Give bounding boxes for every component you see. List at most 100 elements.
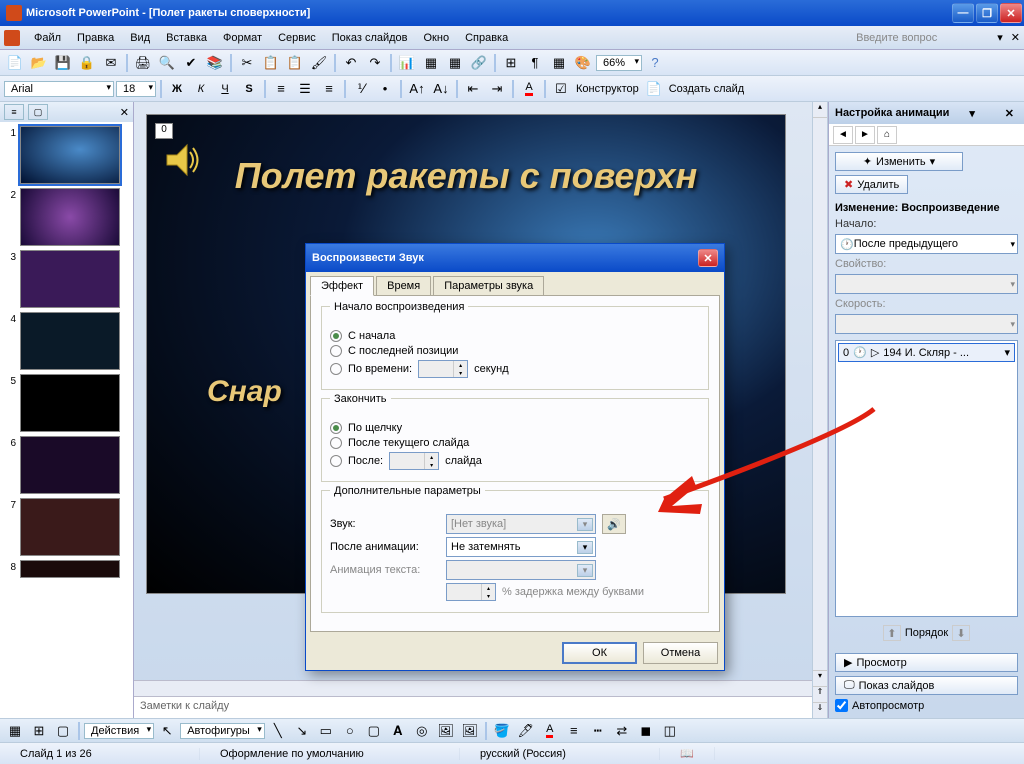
format-painter-icon[interactable]: 🖌 <box>308 52 330 74</box>
help-search[interactable]: Введите вопрос <box>848 30 997 46</box>
after-anim-combo[interactable]: Не затемнять▾ <box>446 537 596 557</box>
underline-icon[interactable]: Ч <box>214 78 236 100</box>
help-icon[interactable]: ? <box>644 52 666 74</box>
radio-after-current[interactable] <box>330 437 342 449</box>
close-button[interactable]: ✕ <box>1000 3 1022 23</box>
rectangle-icon[interactable]: ▭ <box>315 720 337 742</box>
shadow-style-icon[interactable]: ◼ <box>635 720 657 742</box>
chart-icon[interactable]: 📊 <box>396 52 418 74</box>
slideshow-button[interactable]: 🖵Показ слайдов <box>835 676 1018 695</box>
change-effect-button[interactable]: ✦Изменить ▾ <box>835 152 963 171</box>
nav-home-icon[interactable]: ⌂ <box>877 126 897 144</box>
font-size-combo[interactable]: 18 <box>116 81 156 97</box>
slides-tab[interactable]: ▢ <box>28 104 48 120</box>
slide-thumb-8[interactable] <box>20 560 120 578</box>
move-up-icon[interactable]: ⬆ <box>883 625 901 641</box>
start-combo[interactable]: 🕐 После предыдущего▾ <box>835 234 1018 254</box>
radio-after-slides[interactable] <box>330 455 342 467</box>
minimize-button[interactable]: — <box>952 3 974 23</box>
bold-icon[interactable]: Ж <box>166 78 188 100</box>
outline-tab[interactable]: ≡ <box>4 104 24 120</box>
radio-from-start[interactable] <box>330 330 342 342</box>
notes-pane[interactable]: Заметки к слайду <box>134 696 812 718</box>
item-dropdown-icon[interactable]: ▾ <box>1004 346 1010 359</box>
new-slide-icon[interactable]: 📄 <box>643 78 665 100</box>
menu-file[interactable]: Файл <box>26 30 69 46</box>
menu-window[interactable]: Окно <box>416 30 458 46</box>
animation-list-item[interactable]: 0 🕐 ▷ 194 И. Скляр - ... ▾ <box>838 343 1015 362</box>
font-color-draw-icon[interactable]: A <box>539 720 561 742</box>
tables-borders-icon[interactable]: ▦ <box>444 52 466 74</box>
hyperlink-icon[interactable]: 🔗 <box>468 52 490 74</box>
dash-style-icon[interactable]: ┅ <box>587 720 609 742</box>
menu-insert[interactable]: Вставка <box>158 30 215 46</box>
select-icon[interactable]: ↖ <box>156 720 178 742</box>
designer-icon[interactable]: ☑ <box>550 78 572 100</box>
font-name-combo[interactable]: Arial <box>4 81 114 97</box>
3d-style-icon[interactable]: ◫ <box>659 720 681 742</box>
animation-list[interactable]: 0 🕐 ▷ 194 И. Скляр - ... ▾ <box>835 340 1018 617</box>
help-dropdown-icon[interactable]: ▾ <box>997 31 1003 44</box>
doc-close-icon[interactable]: ✕ <box>1011 31 1020 44</box>
sound-preview-button[interactable]: 🔊 <box>602 514 626 534</box>
line-style-icon[interactable]: ≡ <box>563 720 585 742</box>
clipart-icon[interactable]: 🖼 <box>435 720 457 742</box>
redo-icon[interactable]: ↷ <box>364 52 386 74</box>
diagram-icon[interactable]: ◎ <box>411 720 433 742</box>
picture-icon[interactable]: 🖼 <box>459 720 481 742</box>
grid-icon[interactable]: ▦ <box>548 52 570 74</box>
zoom-combo[interactable]: 66% <box>596 55 642 71</box>
delete-effect-button[interactable]: ✖Удалить <box>835 175 908 194</box>
show-formatting-icon[interactable]: ¶ <box>524 52 546 74</box>
close-panel-icon[interactable]: ✕ <box>120 106 129 119</box>
slide-thumb-3[interactable] <box>20 250 120 308</box>
slide-thumb-6[interactable] <box>20 436 120 494</box>
permission-icon[interactable]: 🔒 <box>76 52 98 74</box>
nav-forward-icon[interactable]: ► <box>855 126 875 144</box>
ok-button[interactable]: ОК <box>562 642 637 664</box>
task-pane-dropdown-icon[interactable]: ▾ <box>969 107 975 120</box>
autopreview-checkbox[interactable] <box>835 699 848 712</box>
align-center-icon[interactable]: ☰ <box>294 78 316 100</box>
dialog-titlebar[interactable]: Воспроизвести Звук ✕ <box>306 244 724 272</box>
tab-sound-params[interactable]: Параметры звука <box>433 276 544 295</box>
email-icon[interactable]: ✉ <box>100 52 122 74</box>
designer-label[interactable]: Конструктор <box>574 83 641 95</box>
font-color-icon[interactable]: A <box>518 78 540 100</box>
color-icon[interactable]: 🎨 <box>572 52 594 74</box>
open-icon[interactable]: 📂 <box>28 52 50 74</box>
textbox-icon[interactable]: ▢ <box>363 720 385 742</box>
expand-icon[interactable]: ⊞ <box>500 52 522 74</box>
print-preview-icon[interactable]: 🔍 <box>156 52 178 74</box>
slide-thumb-7[interactable] <box>20 498 120 556</box>
shadow-icon[interactable]: S <box>238 78 260 100</box>
undo-icon[interactable]: ↶ <box>340 52 362 74</box>
italic-icon[interactable]: К <box>190 78 212 100</box>
print-icon[interactable]: 🖨 <box>132 52 154 74</box>
decrease-indent-icon[interactable]: ⇤ <box>462 78 484 100</box>
move-down-icon[interactable]: ⬇ <box>952 625 970 641</box>
increase-indent-icon[interactable]: ⇥ <box>486 78 508 100</box>
table-icon[interactable]: ▦ <box>420 52 442 74</box>
cut-icon[interactable]: ✂ <box>236 52 258 74</box>
menu-help[interactable]: Справка <box>457 30 516 46</box>
increase-font-icon[interactable]: A↑ <box>406 78 428 100</box>
oval-icon[interactable]: ○ <box>339 720 361 742</box>
arrow-icon[interactable]: ↘ <box>291 720 313 742</box>
menu-edit[interactable]: Правка <box>69 30 122 46</box>
new-icon[interactable]: 📄 <box>4 52 26 74</box>
tab-effect[interactable]: Эффект <box>310 276 374 296</box>
tab-timing[interactable]: Время <box>376 276 431 295</box>
fill-color-icon[interactable]: 🪣 <box>491 720 513 742</box>
paste-icon[interactable]: 📋 <box>284 52 306 74</box>
view-normal-icon[interactable]: ▦ <box>4 720 26 742</box>
line-icon[interactable]: ╲ <box>267 720 289 742</box>
canvas-scrollbar[interactable] <box>134 680 812 696</box>
autoshapes-menu[interactable]: Автофигуры <box>180 723 265 739</box>
menu-view[interactable]: Вид <box>122 30 158 46</box>
animation-tag[interactable]: 0 <box>155 123 173 139</box>
decrease-font-icon[interactable]: A↓ <box>430 78 452 100</box>
view-slideshow-icon[interactable]: ▢ <box>52 720 74 742</box>
task-pane-close-icon[interactable]: ✕ <box>1001 107 1018 120</box>
align-left-icon[interactable]: ≡ <box>270 78 292 100</box>
